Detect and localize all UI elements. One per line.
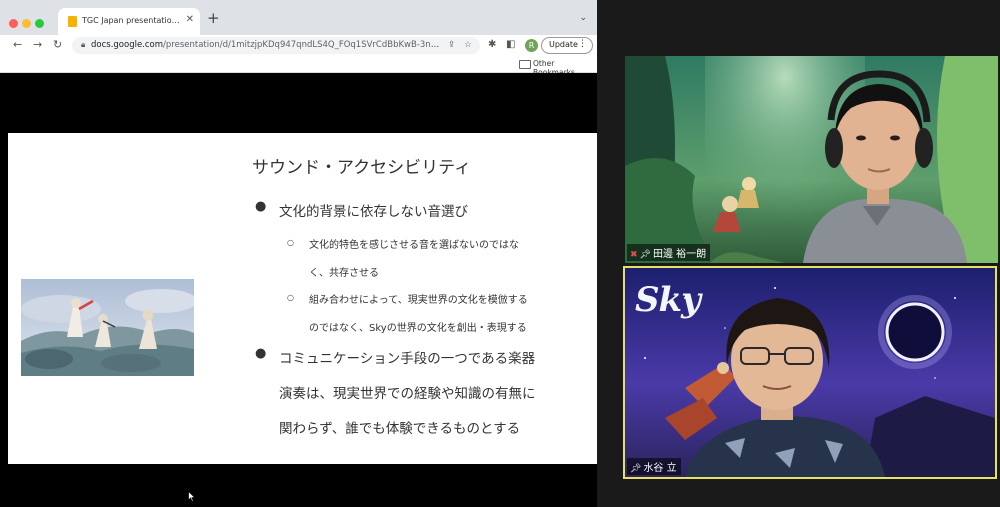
mic-muted-icon: ✖ — [630, 250, 638, 260]
update-label: Update — [549, 40, 578, 49]
back-arrow-icon[interactable]: ← — [13, 38, 22, 52]
side-panel-icon[interactable]: ◧ — [506, 39, 515, 51]
extensions-puzzle-icon[interactable]: ✱ — [488, 39, 496, 51]
sub-bullet-circle-icon: ○ — [287, 293, 294, 302]
participant-video-feed — [625, 56, 998, 263]
browser-tab[interactable]: TGC Japan presentation in Apr ✕ — [58, 8, 200, 35]
slides-favicon-icon — [68, 16, 77, 27]
presentation-background — [0, 464, 597, 507]
mouse-cursor-icon — [188, 491, 196, 502]
bookmark-star-icon[interactable]: ☆ — [464, 40, 472, 50]
bullet-2-line-1: コミュニケーション手段の一つである楽器 — [279, 351, 536, 367]
presentation-background — [0, 73, 597, 133]
browser-toolbar: ← → ↻ 🔒︎ docs.google.com/presentation/d/… — [0, 35, 597, 56]
bullet-dot-icon: ● — [255, 199, 267, 214]
browser-window: TGC Japan presentation in Apr ✕ + ⌄ ← → … — [0, 0, 597, 507]
participant-name: 水谷 立 — [643, 463, 677, 474]
close-tab-icon[interactable]: ✕ — [186, 14, 194, 25]
new-tab-button[interactable]: + — [207, 11, 220, 26]
zoom-window-button[interactable] — [35, 19, 44, 28]
participant-video-tile[interactable]: ✖ 📌︎ 田邊 裕一朗 — [625, 56, 998, 263]
url-host: docs.google.com — [91, 40, 164, 50]
sub-bullet-1-line-1: 文化的特色を感じさせる音を選ばないのではな — [309, 240, 519, 251]
tab-search-chevron-icon[interactable]: ⌄ — [579, 13, 587, 23]
participant-name-tag: 📌︎ 水谷 立 — [627, 458, 681, 475]
sub-bullet-2-line-1: 組み合わせによって、現実世界の文化を模倣する — [309, 295, 528, 306]
share-icon[interactable]: ⇪ — [448, 40, 455, 50]
bullet-dot-icon: ● — [255, 346, 267, 361]
reload-icon[interactable]: ↻ — [53, 38, 62, 52]
pin-icon: 📌︎ — [630, 464, 642, 474]
sub-bullet-circle-icon: ○ — [287, 238, 294, 247]
address-bar[interactable]: 🔒︎ docs.google.com/presentation/d/1mitzj… — [72, 37, 480, 54]
active-speaker-video-tile[interactable]: Sky 📌︎ 水谷 立 — [623, 266, 997, 479]
lock-icon[interactable]: 🔒︎ — [81, 40, 85, 50]
bullet-2-line-3: 関わらず、誰でも体験できるものとする — [279, 421, 521, 437]
more-menu-icon[interactable]: ⋮ — [578, 39, 587, 49]
update-button[interactable]: Update ⋮ — [541, 37, 593, 54]
bullet-1-line-1: 文化的背景に依存しない音選び — [279, 204, 468, 220]
profile-avatar[interactable]: R — [525, 39, 538, 52]
participant-name: 田邊 裕一朗 — [652, 249, 707, 260]
pin-icon: 📌︎ — [639, 250, 651, 260]
forward-arrow-icon[interactable]: → — [33, 38, 42, 52]
sub-bullet-2-line-2: のではなく、Skyの世界の文化を創出・表現する — [309, 323, 527, 334]
tab-bar: TGC Japan presentation in Apr ✕ + ⌄ — [0, 0, 597, 35]
tab-title: TGC Japan presentation in Apr — [82, 16, 180, 25]
close-window-button[interactable] — [9, 19, 18, 28]
presentation-slide: サウンド・アクセシビリティ ● 文化的背景に依存しない音選び ○ 文化的特色を感… — [8, 133, 597, 464]
slide-title: サウンド・アクセシビリティ — [252, 158, 472, 178]
url-text[interactable]: docs.google.com/presentation/d/1mitzjpKD… — [91, 40, 443, 50]
window-controls — [9, 13, 48, 32]
minimize-window-button[interactable] — [22, 19, 31, 28]
slide-game-illustration — [21, 279, 194, 376]
participant-name-tag: ✖ 📌︎ 田邊 裕一朗 — [627, 244, 711, 261]
bookmarks-bar: Other Bookmarks — [0, 56, 597, 77]
sub-bullet-1-line-2: く、共存させる — [309, 268, 379, 279]
bullet-2-line-2: 演奏は、現実世界での経験や知識の有無に — [279, 386, 536, 402]
folder-icon — [519, 60, 531, 69]
url-path: /presentation/d/1mitzjpKDq947qndLS4Q_FOq… — [163, 40, 443, 50]
sky-logo: Sky — [635, 280, 701, 320]
